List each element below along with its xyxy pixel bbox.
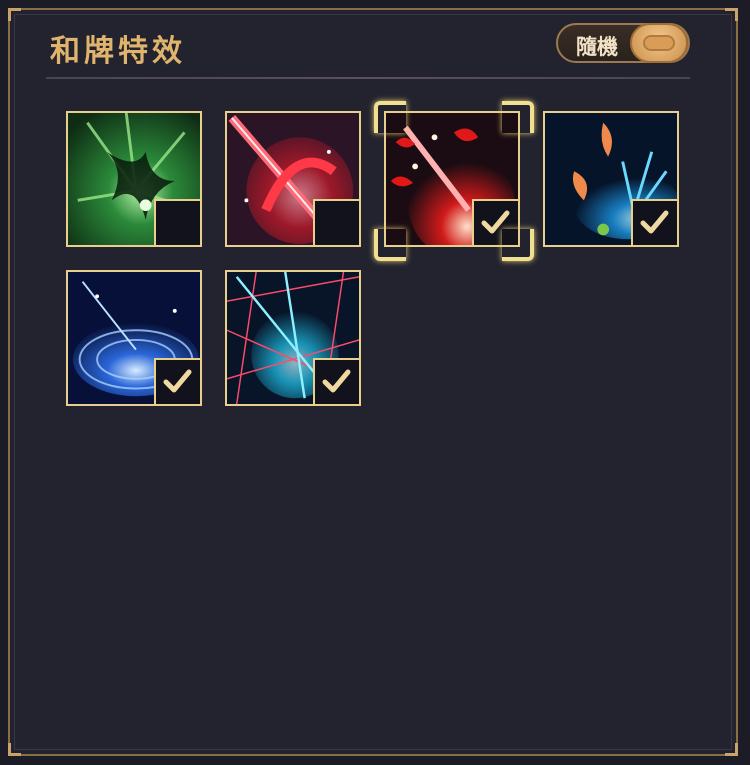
selection-box[interactable] <box>313 199 359 245</box>
focus-bracket <box>374 101 406 133</box>
panel-corner <box>8 8 21 21</box>
random-toggle[interactable]: 隨機 <box>556 23 690 63</box>
selection-checkbox[interactable] <box>313 358 359 404</box>
effect-tile-ripple[interactable] <box>66 270 202 406</box>
toggle-knob[interactable] <box>630 23 688 63</box>
effect-tile-laser[interactable] <box>225 270 361 406</box>
check-icon <box>163 369 192 393</box>
panel-corner <box>725 8 738 21</box>
title-divider <box>46 77 690 79</box>
focus-bracket <box>374 229 406 261</box>
check-icon <box>322 369 351 393</box>
page-title: 和牌特效 <box>50 34 186 69</box>
selection-checkbox[interactable] <box>154 358 200 404</box>
screen-background: 和牌特效 隨機 <box>0 0 750 765</box>
panel-corner <box>8 743 21 756</box>
effect-tile-koi[interactable] <box>543 111 679 247</box>
focus-bracket <box>502 101 534 133</box>
panel-corner <box>725 743 738 756</box>
selection-box[interactable] <box>154 199 200 245</box>
selection-checkbox[interactable] <box>631 199 677 245</box>
effect-tile-green[interactable] <box>66 111 202 247</box>
check-icon <box>640 210 669 234</box>
random-toggle-label: 隨機 <box>576 34 618 59</box>
effect-tile-crimson[interactable] <box>225 111 361 247</box>
focus-bracket <box>502 229 534 261</box>
